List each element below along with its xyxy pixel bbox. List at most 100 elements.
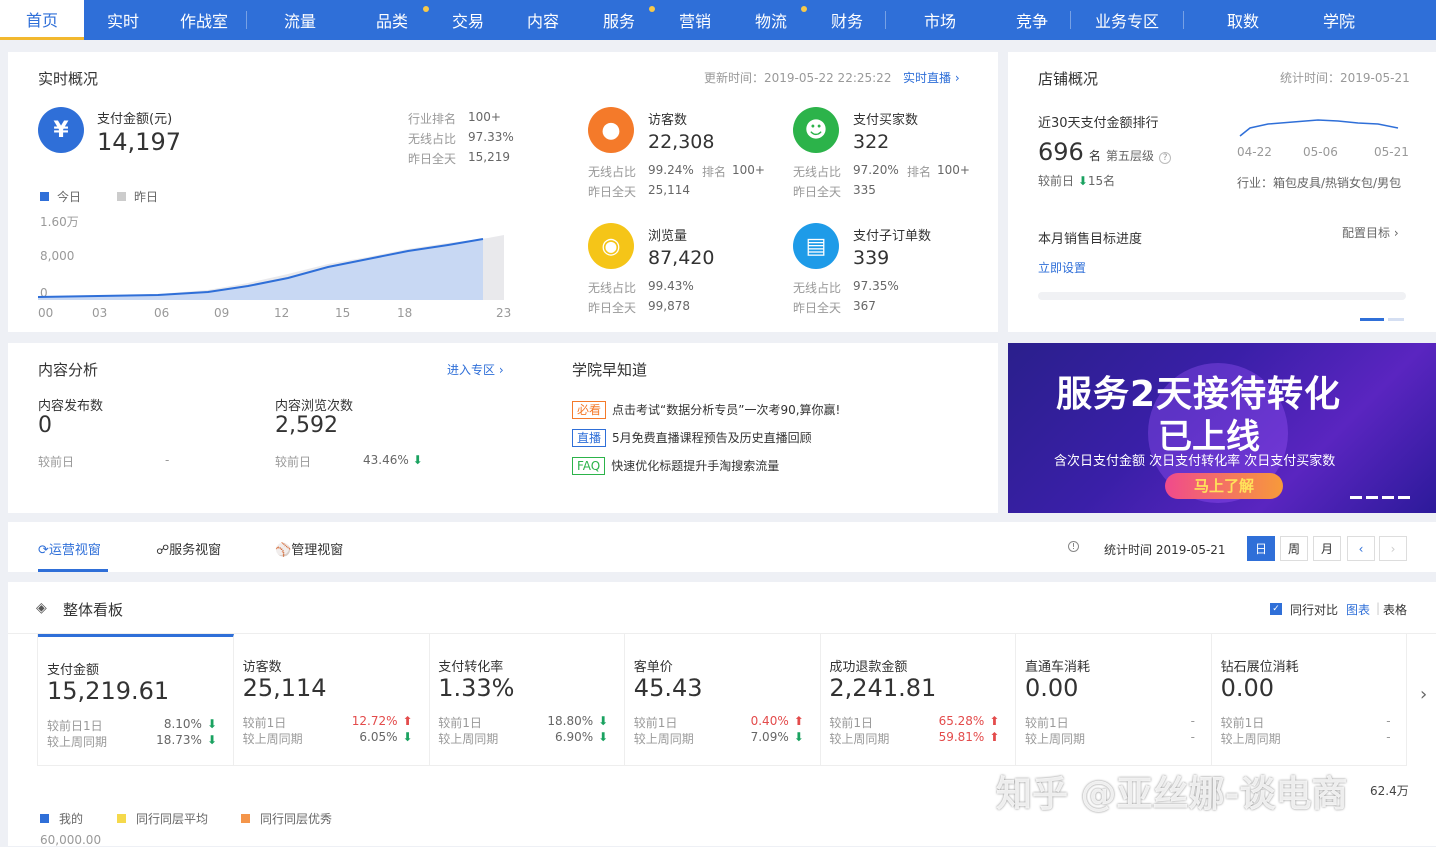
- nav-item[interactable]: 流量: [247, 0, 353, 40]
- view-tab[interactable]: ☍服务视窗: [156, 539, 221, 558]
- yday-label: 昨日全天: [408, 152, 457, 166]
- x-tick: 06: [154, 306, 170, 320]
- eye-icon: ◉: [588, 223, 634, 269]
- metric-label: 浏览量: [648, 229, 688, 244]
- banner-cta-button[interactable]: 马上了解: [1165, 473, 1283, 499]
- config-target-link[interactable]: 配置目标 ›: [1342, 224, 1399, 241]
- prev-period-button[interactable]: ‹: [1347, 536, 1375, 561]
- separator: |: [1376, 601, 1381, 615]
- x-tick: 12: [274, 306, 290, 320]
- metric-value: 87,420: [648, 247, 715, 269]
- views-compare: 43.46% ⬇: [363, 453, 423, 467]
- period-week-button[interactable]: 周: [1280, 536, 1308, 561]
- realtime-area-chart: [38, 235, 504, 300]
- nav-label: 作战室: [179, 12, 228, 31]
- academy-item[interactable]: 必看 点击考试“数据分析专员”一次考90,算你赢!: [572, 401, 840, 419]
- banner-dots[interactable]: [1350, 496, 1410, 499]
- legend-yesterday: 昨日: [117, 188, 158, 205]
- watermark-text: 知乎 @亚丝娜-谈电商: [996, 774, 1348, 815]
- legend-item[interactable]: 同行同层优秀: [241, 810, 332, 827]
- academy-text: 5月免费直播课程预告及历史直播回顾: [612, 431, 812, 445]
- headset-icon: ☍: [156, 543, 170, 558]
- metric-label: 支付子订单数: [853, 229, 932, 244]
- nav-item[interactable]: 业务专区: [1071, 0, 1183, 40]
- new-dot-icon: [649, 6, 655, 12]
- yday-label: 昨日全天: [793, 301, 842, 315]
- academy-tag: 必看: [572, 401, 607, 419]
- live-link[interactable]: 实时直播 ›: [903, 69, 960, 86]
- nav-label: 交易: [451, 12, 484, 31]
- rank-label: 排名: [907, 165, 932, 179]
- industry-label: 行业：箱包皮具/热销女包/男包: [1237, 176, 1402, 190]
- x-tick: 15: [335, 306, 351, 320]
- spark-date: 05-06: [1303, 145, 1338, 159]
- compare-label: 较前日: [275, 455, 312, 469]
- nav-item[interactable]: 市场: [886, 0, 994, 40]
- academy-tag: 直播: [572, 429, 607, 447]
- yday-value: 15,219: [468, 150, 510, 164]
- rank-value: 100+: [468, 110, 501, 124]
- nav-item[interactable]: 品类: [353, 0, 431, 40]
- view-tab[interactable]: ⟳运营视窗: [38, 539, 101, 558]
- document-icon: ▤: [793, 223, 839, 269]
- nav-item[interactable]: 营销: [657, 0, 733, 40]
- nav-item[interactable]: 内容: [505, 0, 581, 40]
- view-table-link[interactable]: 表格: [1383, 601, 1407, 618]
- period-day-button[interactable]: 日: [1247, 536, 1275, 561]
- shop-stat-time: 统计时间：2019-05-21: [1280, 71, 1410, 85]
- carousel-dot[interactable]: [1360, 318, 1384, 321]
- x-tick: 00: [38, 306, 54, 320]
- legend-item[interactable]: 同行同层平均: [117, 810, 208, 827]
- nav-item[interactable]: 首页: [0, 0, 84, 40]
- shop-card: 店铺概况 统计时间：2019-05-21 近30天支付金额排行 696 名 第五…: [1008, 52, 1436, 332]
- peer-compare-checkbox[interactable]: ✓: [1270, 603, 1282, 615]
- wireless-value: 97.20%: [853, 163, 899, 177]
- yday-value: 25,114: [648, 183, 690, 197]
- nav-label: 学院: [1322, 12, 1355, 31]
- nav-item[interactable]: 竞争: [994, 0, 1070, 40]
- wireless-label: 无线占比: [588, 165, 637, 179]
- chevron-right-icon[interactable]: ›: [1420, 684, 1427, 705]
- legend-today: 今日: [40, 188, 81, 205]
- nav-item[interactable]: 学院: [1302, 0, 1376, 40]
- nav-item[interactable]: 作战室: [162, 0, 246, 40]
- academy-tag: FAQ: [572, 457, 606, 475]
- tabs-stat-time: 统计时间 2019-05-21: [1104, 543, 1226, 557]
- academy-item[interactable]: FAQ 快速优化标题提升手淘搜索流量: [572, 457, 779, 475]
- users-icon: ☻: [793, 107, 839, 153]
- info-icon[interactable]: !: [1068, 541, 1079, 552]
- view-tab-label: 服务视窗: [169, 543, 222, 558]
- nav-item[interactable]: 服务: [581, 0, 657, 40]
- x-tick: 23: [496, 306, 512, 320]
- metric-label: 支付买家数: [853, 113, 919, 128]
- nav-item[interactable]: 财务: [809, 0, 885, 40]
- next-period-button[interactable]: ›: [1379, 536, 1407, 561]
- promo-banner[interactable]: 服务2天接待转化 已上线 含次日支付金额 次日支付转化率 次日支付买家数 马上了…: [1008, 343, 1436, 513]
- nav-label: 营销: [678, 12, 711, 31]
- help-icon[interactable]: ?: [1159, 152, 1172, 164]
- view-tab[interactable]: ⚾管理视窗: [275, 539, 343, 558]
- target-title: 本月销售目标进度: [1038, 232, 1143, 247]
- carousel-dot[interactable]: [1388, 318, 1404, 321]
- nav-item[interactable]: 取数: [1184, 0, 1302, 40]
- target-progress-bar: [1038, 292, 1406, 300]
- shop-title: 店铺概况: [1038, 70, 1099, 88]
- chevron-right-icon: ›: [954, 71, 960, 85]
- nav-item[interactable]: 实时: [84, 0, 162, 40]
- metric-value: 339: [853, 247, 890, 269]
- update-time: 更新时间：2019-05-22 22:25:22: [704, 71, 892, 85]
- nav-label: 内容: [526, 12, 559, 31]
- yday-label: 昨日全天: [793, 185, 842, 199]
- enter-zone-link[interactable]: 进入专区 ›: [447, 361, 504, 378]
- academy-item[interactable]: 直播 5月免费直播课程预告及历史直播回顾: [572, 429, 812, 447]
- nav-item[interactable]: 交易: [431, 0, 505, 40]
- publish-label: 内容发布数: [38, 399, 104, 414]
- metric-value: 322: [853, 131, 890, 153]
- legend-item[interactable]: 我的: [40, 810, 83, 827]
- view-chart-link[interactable]: 图表: [1346, 601, 1370, 618]
- set-target-link[interactable]: 立即设置: [1038, 259, 1086, 276]
- nav-label: 取数: [1226, 12, 1259, 31]
- nav-item[interactable]: 物流: [733, 0, 809, 40]
- period-month-button[interactable]: 月: [1313, 536, 1341, 561]
- rank-compare: 较前日 ⬇15名: [1038, 174, 1116, 188]
